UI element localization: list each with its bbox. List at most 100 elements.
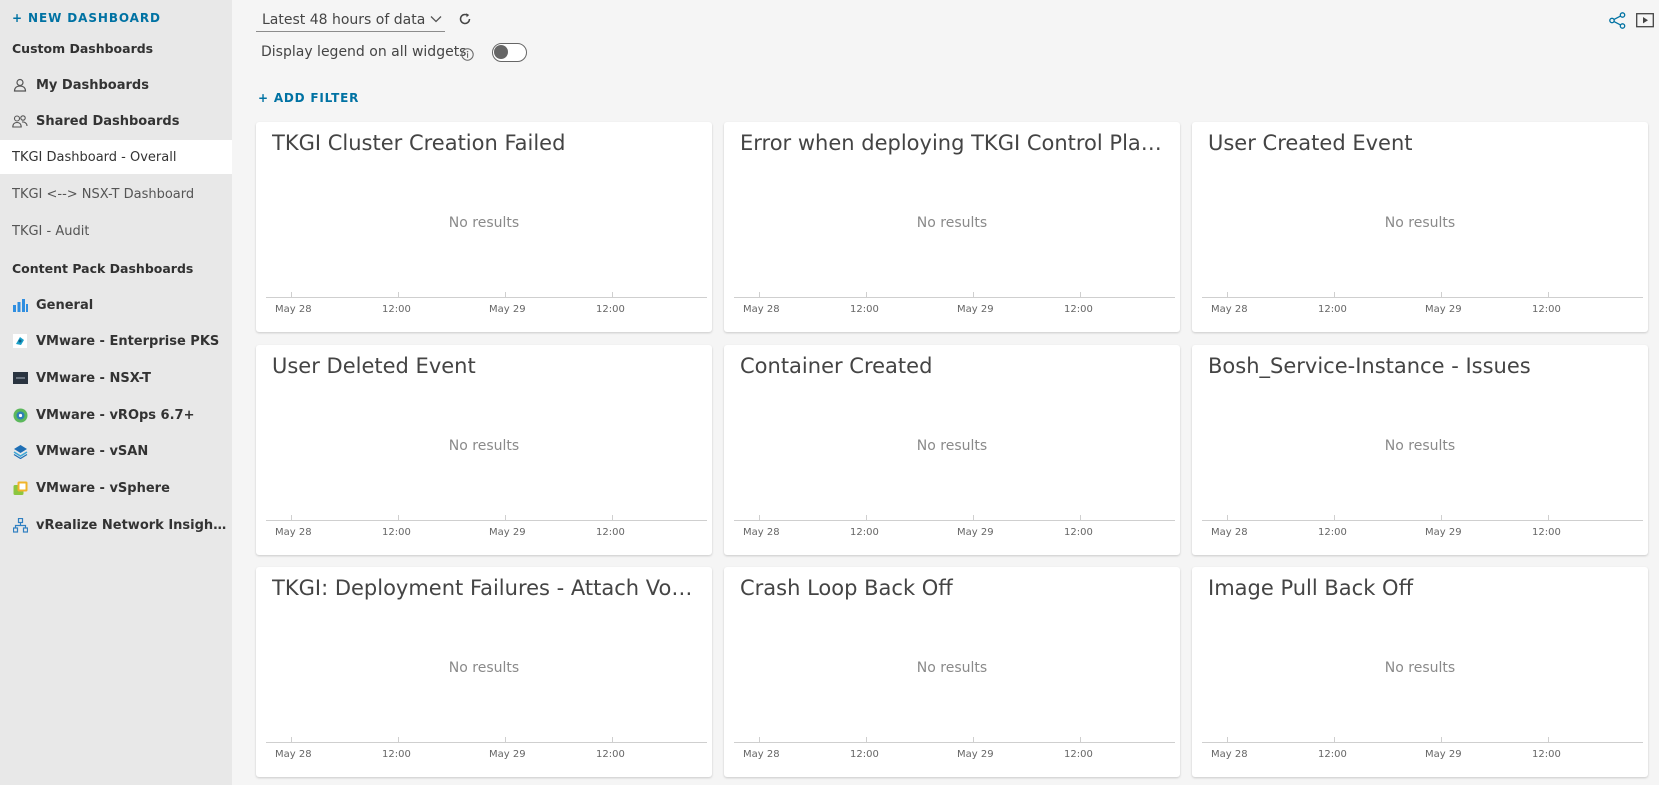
sidebar-item-label: TKGI Dashboard - Overall [12,149,177,165]
presentation-mode-icon[interactable] [1636,13,1654,32]
sidebar-item-content-pack[interactable]: VMware - vROps 6.7+ [0,398,232,432]
axis-tick-label: May 28 [743,527,780,538]
axis-tick [612,515,613,520]
widget-card[interactable]: Bosh_Service-Instance - Issues No result… [1192,345,1648,555]
axis-tick [505,515,506,520]
sidebar-item-label: My Dashboards [36,77,149,93]
axis-tick-label: May 28 [1211,749,1248,760]
bar-chart-icon [12,297,28,313]
x-axis [266,742,707,743]
time-range-select[interactable]: Latest 48 hours of data [256,8,445,32]
content-pack-dashboards-heading: Content Pack Dashboards [12,261,194,276]
sidebar-item-content-pack[interactable]: VMware - vSphere [0,471,232,505]
x-axis [734,297,1175,298]
vsphere-icon [12,480,28,496]
widget-card[interactable]: User Created Event No results May 28 12:0… [1192,122,1648,332]
axis-tick [398,737,399,742]
axis-tick [1334,737,1335,742]
x-axis [266,520,707,521]
widget-title: User Deleted Event [272,354,476,378]
axis-tick-label: 12:00 [1318,749,1347,760]
widget-title: TKGI: Deployment Failures - Attach Volum… [272,576,696,600]
axis-tick [1441,515,1442,520]
sidebar-item-content-pack[interactable]: General [0,288,232,322]
axis-tick [291,515,292,520]
add-filter-button[interactable]: + ADD FILTER [258,91,359,105]
sidebar-item-label: VMware - vROps 6.7+ [36,407,195,423]
sidebar-item-content-pack[interactable]: VMware - NSX-T [0,361,232,395]
axis-tick-label: May 28 [743,749,780,760]
no-results-message: No results [916,660,988,676]
axis-tick [291,737,292,742]
no-results-message: No results [916,438,988,454]
axis-tick [1080,292,1081,297]
legend-toggle[interactable] [492,43,527,62]
axis-tick [1441,292,1442,297]
sidebar-item-content-pack[interactable]: VMware - vSAN [0,434,232,468]
x-axis [1202,520,1643,521]
sidebar-item-dashboard[interactable]: TKGI <--> NSX-T Dashboard [0,177,232,211]
new-dashboard-button[interactable]: + NEW DASHBOARD [12,11,161,25]
axis-tick [291,292,292,297]
axis-tick-label: 12:00 [382,527,411,538]
axis-tick [398,292,399,297]
sidebar-item-content-pack[interactable]: vRealize Network Insight C... [0,508,232,542]
widget-card[interactable]: Crash Loop Back Off No results May 28 12:… [724,567,1180,777]
axis-tick-label: 12:00 [1318,527,1347,538]
axis-tick [759,515,760,520]
axis-tick [973,515,974,520]
axis-tick-label: May 28 [275,749,312,760]
widget-title: Bosh_Service-Instance - Issues [1208,354,1531,378]
network-insight-icon [12,517,28,533]
sidebar-item-my-dashboards[interactable]: My Dashboards [0,68,232,102]
sidebar-item-dashboard[interactable]: TKGI Dashboard - Overall [0,140,232,174]
no-results-message: No results [448,438,520,454]
pks-icon [12,333,28,349]
sidebar-item-dashboard[interactable]: TKGI - Audit [0,214,232,248]
sidebar-item-label: Shared Dashboards [36,113,180,129]
widget-card[interactable]: Container Created No results May 28 12:00… [724,345,1180,555]
axis-tick-label: 12:00 [382,304,411,315]
widget-title: Crash Loop Back Off [740,576,953,600]
axis-tick-label: May 29 [1425,304,1462,315]
widget-card[interactable]: Error when deploying TKGI Control Plane … [724,122,1180,332]
sidebar-item-label: General [36,297,94,313]
custom-dashboards-heading: Custom Dashboards [12,41,154,56]
sidebar-item-label: VMware - Enterprise PKS [36,333,220,349]
sidebar-item-shared-dashboards[interactable]: Shared Dashboards [0,104,232,138]
widget-card[interactable]: TKGI Cluster Creation Failed No results … [256,122,712,332]
axis-tick [866,737,867,742]
axis-tick-label: May 28 [1211,304,1248,315]
axis-tick-label: 12:00 [1532,749,1561,760]
widget-card[interactable]: Image Pull Back Off No results May 28 12:… [1192,567,1648,777]
nsx-icon [12,370,28,386]
sidebar-item-label: TKGI <--> NSX-T Dashboard [12,186,195,202]
legend-toggle-label: Display legend on all widgets [261,44,467,60]
axis-tick-label: 12:00 [850,304,879,315]
time-range-value: Latest 48 hours of data [262,11,426,28]
axis-tick [505,292,506,297]
axis-tick-label: May 28 [275,304,312,315]
refresh-icon[interactable] [458,11,472,30]
axis-tick-label: 12:00 [850,749,879,760]
users-icon [12,113,28,129]
axis-tick-label: May 29 [957,749,994,760]
axis-tick-label: May 29 [957,304,994,315]
widget-card[interactable]: User Deleted Event No results May 28 12:0… [256,345,712,555]
info-icon[interactable] [461,46,474,65]
axis-tick [1548,737,1549,742]
axis-tick [1080,515,1081,520]
axis-tick-label: 12:00 [1064,749,1093,760]
axis-tick-label: May 29 [957,527,994,538]
widget-card[interactable]: TKGI: Deployment Failures - Attach Volum… [256,567,712,777]
axis-tick-label: May 28 [743,304,780,315]
sidebar-item-content-pack[interactable]: VMware - Enterprise PKS [0,324,232,358]
share-icon[interactable] [1609,12,1626,33]
axis-tick-label: 12:00 [1532,527,1561,538]
axis-tick-label: 12:00 [1064,304,1093,315]
chevron-down-icon [429,12,443,30]
axis-tick [759,292,760,297]
axis-tick [1227,737,1228,742]
sidebar-item-label: vRealize Network Insight C... [36,517,232,533]
toggle-knob [494,45,508,59]
